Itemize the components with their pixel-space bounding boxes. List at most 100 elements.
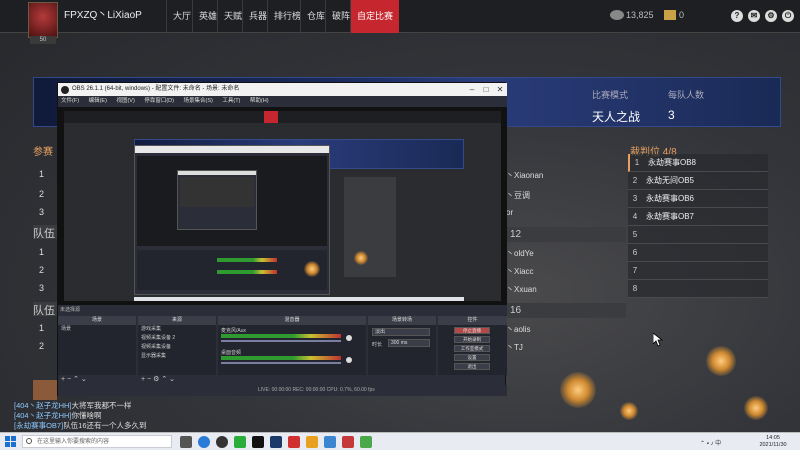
controls-panel: 停止直播 开始录制 工作室模式 设置 退出 (438, 325, 507, 375)
menu-view[interactable]: 视图(V) (116, 98, 134, 104)
nav-custom-match[interactable]: 自定比赛 (350, 0, 400, 33)
down-icon[interactable]: ⌄ (169, 376, 175, 383)
app-icon[interactable] (360, 436, 372, 448)
steam-icon[interactable] (270, 436, 282, 448)
player-entry: 丶TJ (506, 343, 523, 352)
start-recording-button[interactable]: 开始录制 (454, 336, 490, 343)
referee-slot-name: 永劫无间OB5 (646, 176, 695, 185)
source-item[interactable]: 游戏采集 (138, 325, 216, 334)
remove-icon[interactable]: − (67, 376, 71, 383)
nested-titlebar (135, 146, 329, 153)
team-slot[interactable]: 2 (33, 262, 59, 279)
team-slot[interactable]: 2 (33, 338, 59, 355)
referee-slot-number: 6 (632, 248, 638, 257)
transition-duration-input[interactable]: 300 ms (388, 339, 430, 347)
app-icon[interactable] (342, 436, 354, 448)
system-tray-icons[interactable]: ⌃ ▪ ♪ 中 (700, 438, 740, 447)
windows-start-icon[interactable] (5, 436, 16, 447)
team-slot[interactable]: 3 (33, 280, 59, 297)
referee-slot-number: 8 (632, 284, 638, 293)
folder-icon[interactable] (306, 436, 318, 448)
player-entry: 丶aolis (506, 325, 531, 334)
source-item[interactable]: 视频采集设备 2 (138, 334, 216, 343)
referee-slot-name: 永劫赛事OB7 (646, 212, 695, 221)
player-entry: 丶Xxuan (506, 285, 537, 294)
up-icon[interactable]: ⌃ (161, 376, 167, 383)
source-item[interactable]: 视频采集设备 (138, 343, 216, 352)
settings-icon[interactable]: ⚙ (765, 10, 777, 22)
minimize-icon[interactable]: – (465, 83, 479, 96)
mixer-dock-header: 混音器 (218, 316, 366, 325)
sources-footer: + − ⚙ ⌃ ⌄ (138, 375, 216, 384)
menu-scene-collection[interactable]: 场景集合(S) (183, 98, 212, 104)
obs-taskbar-icon[interactable] (216, 436, 228, 448)
remove-icon[interactable]: − (147, 376, 151, 383)
obs-window[interactable]: OBS 26.1.1 (64-bit, windows) - 配置文件: 未命名… (57, 82, 507, 396)
menu-edit[interactable]: 编辑(E) (89, 98, 107, 104)
wechat-icon[interactable] (234, 436, 246, 448)
studio-mode-button[interactable]: 工作室模式 (454, 345, 490, 352)
settings-button[interactable]: 设置 (454, 354, 490, 361)
avatar[interactable] (28, 2, 58, 38)
gear-icon[interactable]: ⚙ (153, 376, 159, 383)
mic-mute-icon[interactable] (346, 335, 352, 341)
search-icon (26, 438, 32, 444)
menu-help[interactable]: 帮助(H) (250, 98, 269, 104)
up-icon[interactable]: ⌃ (73, 376, 79, 383)
player-entry: 丶豆调 (506, 191, 530, 200)
close-icon[interactable]: ✕ (493, 83, 507, 96)
add-icon[interactable]: + (141, 376, 145, 383)
team-slot[interactable]: 2 (33, 186, 59, 203)
taskbar-clock[interactable]: 14:05 2021/11/30 (753, 435, 793, 449)
nested-titlebar (178, 171, 256, 175)
team-slot[interactable]: 1 (33, 166, 59, 183)
obs-titlebar[interactable]: OBS 26.1.1 (64-bit, windows) - 配置文件: 未命名… (58, 83, 507, 96)
mixer-channel-desktop: 桌面音频 (221, 350, 242, 356)
transition-select[interactable]: 淡出 (372, 328, 430, 336)
add-icon[interactable]: + (61, 376, 65, 383)
currency-coins: 13,825 (626, 10, 654, 20)
team-slot[interactable]: 1 (33, 320, 59, 337)
stop-streaming-button[interactable]: 停止直播 (454, 327, 490, 334)
task-view-icon[interactable] (180, 436, 192, 448)
referee-slot[interactable]: 2 永劫无间OB5 (628, 172, 768, 190)
taskbar-search-input[interactable]: 在这里输入你要搜索的内容 (22, 435, 172, 448)
app-icon[interactable] (324, 436, 336, 448)
avatar-level: 50 (30, 36, 56, 44)
team-slot[interactable]: 3 (33, 204, 59, 221)
referee-slot[interactable]: 4 永劫赛事OB7 (628, 208, 768, 226)
menu-file[interactable]: 文件(F) (61, 98, 79, 104)
source-item[interactable]: 显示器采集 (138, 352, 216, 361)
power-icon[interactable]: ⏻ (782, 10, 794, 22)
top-bar: 50 FPXZQ丶LiXiaoP 大厅 英雄 天赋 兵器 排行榜 仓库 破阵 自… (0, 0, 800, 44)
mail-icon[interactable]: ✉ (748, 10, 760, 22)
menu-tools[interactable]: 工具(T) (222, 98, 240, 104)
game-icon[interactable] (252, 436, 264, 448)
scene-item[interactable]: 场景 (58, 325, 136, 334)
team-slot[interactable]: 1 (33, 244, 59, 261)
scenes-list[interactable]: 场景 (58, 325, 136, 375)
nested-preview (137, 156, 327, 246)
maximize-icon[interactable]: □ (479, 83, 493, 96)
exit-button[interactable]: 退出 (454, 363, 490, 370)
menu-docks[interactable]: 停靠窗口(D) (144, 98, 174, 104)
app-icon[interactable] (288, 436, 300, 448)
referee-slot[interactable]: 6 (628, 244, 768, 262)
referee-slot[interactable]: 8 (628, 280, 768, 298)
chat-message: [永劫赛事OB7]队伍16还有一个人多久到 (14, 420, 147, 431)
referee-slot[interactable]: 3 永劫赛事OB6 (628, 190, 768, 208)
chat-text: 你懂啥啊 (71, 411, 102, 420)
obs-preview[interactable] (58, 107, 507, 305)
brown-panel (33, 380, 57, 400)
down-icon[interactable]: ⌄ (81, 376, 87, 383)
help-icon[interactable]: ? (731, 10, 743, 22)
referee-slot[interactable]: 5 (628, 226, 768, 244)
obs-logo-icon (61, 86, 69, 94)
edge-icon[interactable] (198, 436, 210, 448)
sources-list[interactable]: 游戏采集 视频采集设备 2 视频采集设备 显示器采集 (138, 325, 216, 375)
desktop-mute-icon[interactable] (346, 357, 352, 363)
mic-volume-slider[interactable] (221, 340, 341, 342)
desktop-volume-slider[interactable] (221, 362, 341, 364)
referee-slot[interactable]: 7 (628, 262, 768, 280)
referee-slot[interactable]: 1 永劫赛事OB8 (628, 154, 768, 172)
